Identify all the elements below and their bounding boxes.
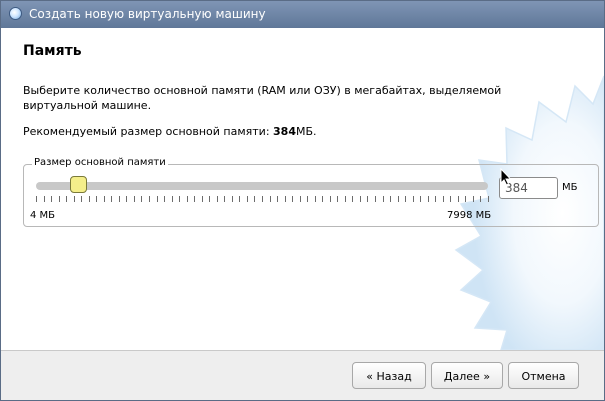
slider-tick [96, 196, 97, 202]
slider-tick [428, 196, 429, 202]
slider-tick [277, 196, 278, 202]
slider-tick [330, 196, 331, 202]
slider-tick [480, 196, 481, 202]
slider-tick [450, 196, 451, 202]
slider-tick [337, 196, 338, 202]
slider-tick [202, 196, 203, 202]
slider-tick [435, 196, 436, 202]
memory-size-group: Размер основной памяти 4 МБ 7998 МБ МБ [23, 157, 599, 227]
back-button[interactable]: « Назад [352, 362, 426, 389]
recommended-suffix: МБ. [296, 125, 317, 138]
slider-tick [89, 196, 90, 202]
slider-tick [194, 196, 195, 202]
button-bar: « Назад Далее » Отмена [1, 350, 604, 400]
slider-tick [300, 196, 301, 202]
wizard-window: Создать новую виртуальную машину Память … [0, 0, 605, 401]
slider-tick [307, 196, 308, 202]
slider-tick [179, 196, 180, 202]
slider-tick [390, 196, 391, 202]
slider-tick [232, 196, 233, 202]
slider-tick [59, 196, 60, 202]
slider-tick [111, 196, 112, 202]
slider-tick [209, 196, 210, 202]
slider-tick [262, 196, 263, 202]
slider-tick [292, 196, 293, 202]
slider-tick [51, 196, 52, 202]
slider-tick [104, 196, 105, 202]
slider-tick [420, 196, 421, 202]
slider-tick [254, 196, 255, 202]
slider-tick [360, 196, 361, 202]
cancel-button[interactable]: Отмена [508, 362, 579, 389]
page-description: Выберите количество основной памяти (RAM… [23, 84, 502, 112]
slider-tick [458, 196, 459, 202]
slider-tick [149, 196, 150, 202]
slider-tick [352, 196, 353, 202]
slider-tick [224, 196, 225, 202]
next-button[interactable]: Далее » [431, 362, 503, 389]
memory-size-label: Размер основной памяти [32, 157, 168, 168]
slider-tick [66, 196, 67, 202]
page-title: Память [23, 43, 82, 59]
memory-slider-thumb[interactable] [70, 176, 88, 193]
slider-tick [239, 196, 240, 202]
slider-tick [217, 196, 218, 202]
recommended-value: 384 [273, 125, 296, 138]
memory-unit-label: МБ [562, 182, 578, 193]
title-bar[interactable]: Создать новую виртуальную машину [1, 1, 604, 28]
slider-tick [322, 196, 323, 202]
slider-tick [398, 196, 399, 202]
slider-tick [345, 196, 346, 202]
slider-tick [141, 196, 142, 202]
slider-tick [383, 196, 384, 202]
slider-tick [405, 196, 406, 202]
slider-tick [443, 196, 444, 202]
slider-tick [413, 196, 414, 202]
slider-tick [285, 196, 286, 202]
virtualbox-icon [9, 7, 22, 20]
slider-tick [488, 196, 489, 202]
slider-tick [465, 196, 466, 202]
window-title: Создать новую виртуальную машину [29, 7, 266, 21]
slider-tick [367, 196, 368, 202]
mouse-cursor-icon [500, 168, 512, 186]
slider-tick [187, 196, 188, 202]
recommended-memory: Рекомендуемый размер основной памяти: 38… [23, 125, 317, 138]
slider-tick [247, 196, 248, 202]
recommended-prefix: Рекомендуемый размер основной памяти: [23, 125, 274, 138]
slider-tick [74, 196, 75, 202]
slider-tick [172, 196, 173, 202]
slider-tick [473, 196, 474, 202]
wizard-content: Память Выберите количество основной памя… [1, 28, 604, 350]
slider-tick [36, 196, 37, 202]
slider-tick [315, 196, 316, 202]
slider-tick [126, 196, 127, 202]
slider-tick [44, 196, 45, 202]
slider-tick [375, 196, 376, 202]
slider-tick [134, 196, 135, 202]
slider-max-label: 7998 МБ [447, 210, 492, 221]
slider-tick [81, 196, 82, 202]
slider-tick [119, 196, 120, 202]
memory-slider-ticks [36, 196, 489, 204]
slider-tick [157, 196, 158, 202]
memory-slider-track[interactable] [36, 182, 488, 190]
slider-tick [270, 196, 271, 202]
slider-tick [164, 196, 165, 202]
slider-min-label: 4 МБ [30, 210, 56, 221]
